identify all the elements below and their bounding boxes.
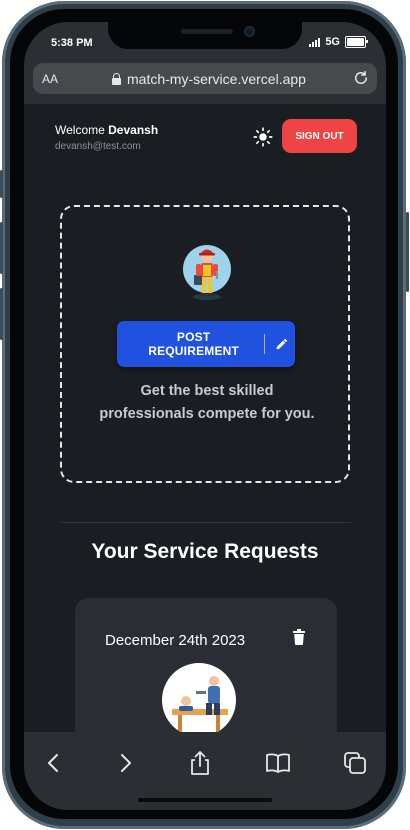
welcome-text: Welcome Devansh — [55, 123, 158, 137]
status-indicators: 5G — [309, 36, 368, 48]
lock-icon — [112, 72, 121, 85]
url-text: match-my-service.vercel.app — [127, 71, 306, 87]
signal-icon — [309, 37, 321, 47]
home-indicator — [138, 798, 272, 802]
address-bar[interactable]: AA match-my-service.vercel.app — [33, 63, 377, 94]
pencil-icon — [276, 338, 288, 350]
section-divider — [61, 522, 351, 523]
forward-icon[interactable] — [112, 750, 138, 776]
phone-power-button — [406, 212, 409, 292]
post-requirement-label: POST REQUIREMENT — [148, 330, 240, 358]
user-email: devansh@test.com — [55, 141, 141, 152]
trash-icon[interactable] — [292, 629, 306, 645]
button-divider — [264, 334, 266, 354]
post-requirement-button[interactable]: POST REQUIREMENT — [117, 321, 295, 367]
network-label: 5G — [325, 36, 340, 48]
post-description: Get the best skilled professionals compe… — [99, 383, 315, 422]
browser-toolbar — [24, 732, 386, 810]
bookmarks-icon[interactable] — [265, 750, 291, 776]
status-time: 5:38 PM — [51, 37, 93, 49]
speaker-grille — [181, 29, 233, 34]
browser-address-area: AA match-my-service.vercel.app — [24, 58, 386, 104]
notch — [108, 22, 302, 49]
back-icon[interactable] — [41, 750, 67, 776]
reload-icon[interactable] — [352, 69, 370, 87]
service-illustration — [162, 663, 236, 732]
sun-icon[interactable] — [253, 127, 273, 147]
phone-volume-up — [0, 222, 3, 274]
sign-out-button[interactable]: SIGN OUT — [282, 119, 357, 153]
phone-screen: 5:38 PM 5G AA match-my-service.vercel.ap… — [24, 22, 386, 810]
worker-illustration — [183, 245, 231, 300]
phone-volume-down — [0, 288, 3, 340]
request-date: December 24th 2023 — [105, 632, 246, 649]
welcome-prefix: Welcome — [55, 123, 109, 137]
user-name: Devansh — [108, 123, 159, 137]
front-camera — [244, 26, 255, 37]
service-request-card[interactable]: December 24th 2023 — [75, 598, 337, 732]
reader-aa-button[interactable]: AA — [42, 72, 58, 86]
post-requirement-card: POST REQUIREMENT Get the best skilled pr… — [60, 205, 350, 483]
service-requests-title: Your Service Requests — [91, 540, 319, 563]
tabs-icon[interactable] — [342, 750, 368, 776]
url-display[interactable]: match-my-service.vercel.app — [112, 71, 306, 87]
web-page: Welcome Devansh devansh@test.com SIGN OU… — [24, 104, 386, 732]
phone-mockup: 5:38 PM 5G AA match-my-service.vercel.ap… — [0, 0, 410, 830]
phone-action-button — [0, 170, 3, 198]
share-icon[interactable] — [187, 750, 213, 776]
battery-icon — [345, 36, 368, 48]
